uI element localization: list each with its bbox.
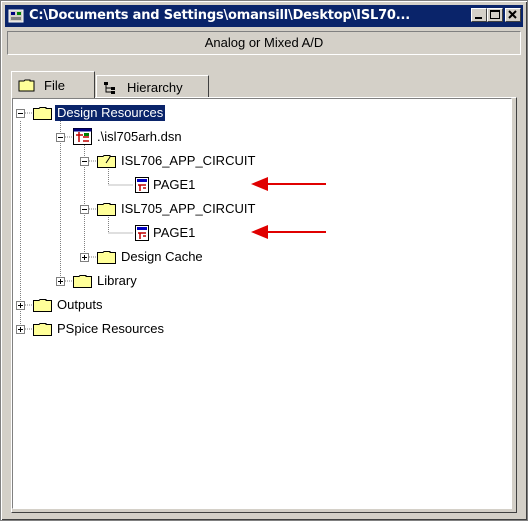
title-bar[interactable]: C:\Documents and Settings\omansill\Deskt… (5, 5, 523, 27)
close-icon (508, 10, 517, 19)
tree-node-library[interactable]: Library (97, 273, 137, 289)
folder-icon (97, 251, 116, 264)
project-tree[interactable]: Design Resources .\isl705arh.dsn ISL706_… (12, 98, 512, 509)
tab-hierarchy[interactable]: Hierarchy (96, 75, 209, 99)
minimize-icon (475, 17, 482, 19)
annotation-arrow-icon (251, 225, 326, 239)
hierarchy-icon (104, 82, 115, 94)
project-type-label: Analog or Mixed A/D (7, 31, 521, 55)
tree-node-page-isl705[interactable]: PAGE1 (153, 225, 195, 241)
tree-node-page-isl706[interactable]: PAGE1 (153, 177, 195, 193)
design-file-icon (73, 128, 92, 145)
folder-icon (97, 203, 116, 216)
tab-file[interactable]: File (11, 71, 95, 98)
tree-node-outputs[interactable]: Outputs (57, 297, 103, 313)
maximize-button[interactable] (487, 8, 503, 22)
tab-hierarchy-label: Hierarchy (127, 80, 183, 95)
tree-node-pspice-resources[interactable]: PSpice Resources (57, 321, 164, 337)
tree-node-schematic-isl705[interactable]: ISL705_APP_CIRCUIT (121, 201, 255, 217)
folder-icon (33, 323, 52, 336)
close-button[interactable] (505, 8, 521, 22)
open-folder-icon (97, 155, 116, 168)
schematic-page-icon (135, 225, 149, 241)
tree-node-design-resources[interactable]: Design Resources (55, 105, 166, 121)
folder-icon (18, 79, 35, 92)
window-title: C:\Documents and Settings\omansill\Deskt… (29, 8, 410, 23)
tree-node-design-cache[interactable]: Design Cache (121, 249, 203, 265)
project-app-icon (8, 9, 24, 23)
annotation-arrow-icon (251, 177, 326, 191)
folder-icon (73, 275, 92, 288)
minimize-button[interactable] (471, 8, 487, 22)
tree-node-design-file[interactable]: .\isl705arh.dsn (97, 129, 182, 145)
tree-node-schematic-isl706[interactable]: ISL706_APP_CIRCUIT (121, 153, 255, 169)
folder-icon (33, 107, 52, 120)
tab-file-label: File (44, 78, 65, 93)
maximize-icon (490, 10, 500, 19)
folder-icon (33, 299, 52, 312)
schematic-page-icon (135, 177, 149, 193)
